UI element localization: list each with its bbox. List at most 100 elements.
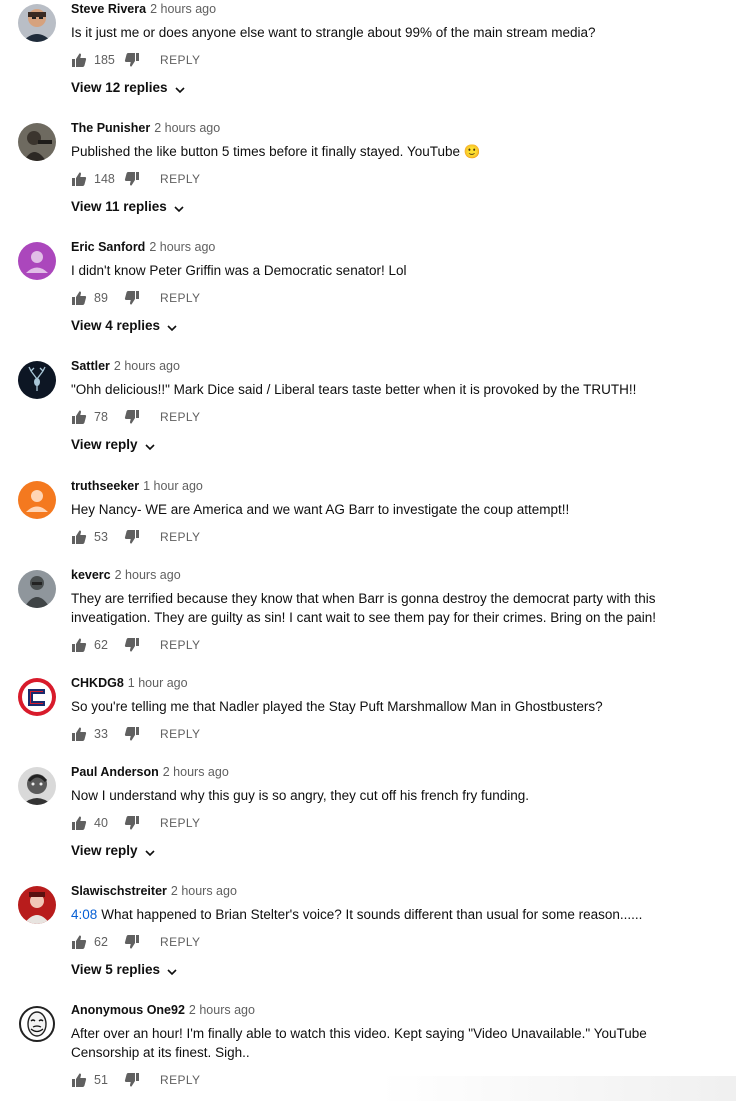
like-count: 51: [94, 1073, 108, 1087]
thumbs-down-icon[interactable]: [124, 726, 140, 742]
avatar[interactable]: [18, 481, 56, 519]
comment-time[interactable]: 2 hours ago: [163, 765, 229, 779]
thumbs-down-icon[interactable]: [124, 171, 140, 187]
thumbs-down-icon[interactable]: [124, 52, 140, 68]
thumbs-up-icon[interactable]: [71, 529, 87, 545]
view-replies-button[interactable]: View reply: [71, 841, 156, 861]
thumbs-up-icon[interactable]: [71, 1072, 87, 1088]
reply-button[interactable]: REPLY: [160, 935, 200, 949]
thumbs-up-icon[interactable]: [71, 934, 87, 950]
comment-time[interactable]: 2 hours ago: [189, 1003, 255, 1017]
view-replies-label: View 5 replies: [71, 962, 161, 977]
author-name[interactable]: Slawischstreiter: [71, 884, 167, 898]
reply-button[interactable]: REPLY: [160, 638, 200, 652]
comment-actions: 53 REPLY: [71, 527, 671, 547]
thumbs-down-icon[interactable]: [124, 1072, 140, 1088]
thumbs-up-icon[interactable]: [71, 52, 87, 68]
comment-time[interactable]: 1 hour ago: [143, 479, 203, 493]
comment-text-content: "Ohh delicious!!" Mark Dice said / Liber…: [71, 382, 637, 397]
comment-body: truthseeker 1 hour ago Hey Nancy- WE are …: [71, 477, 671, 547]
author-name[interactable]: truthseeker: [71, 479, 139, 493]
reply-button[interactable]: REPLY: [160, 172, 200, 186]
like-count: 78: [94, 410, 108, 424]
author-name[interactable]: keverc: [71, 568, 111, 582]
comment-text: Published the like button 5 times before…: [71, 142, 661, 161]
comment-actions: 62 REPLY: [71, 932, 671, 952]
thumbs-down-icon[interactable]: [124, 290, 140, 306]
thumbs-up-icon[interactable]: [71, 171, 87, 187]
comment-actions: 148 REPLY: [71, 169, 671, 189]
comment-text: I didn't know Peter Griffin was a Democr…: [71, 261, 661, 280]
thumbs-down-icon[interactable]: [124, 637, 140, 653]
author-name[interactable]: Paul Anderson: [71, 765, 159, 779]
thumbs-up-icon[interactable]: [71, 637, 87, 653]
chevron-down-icon: [173, 201, 185, 213]
comment-time[interactable]: 2 hours ago: [149, 240, 215, 254]
chevron-down-icon: [144, 845, 156, 857]
timestamp-link[interactable]: 4:08: [71, 907, 97, 922]
view-replies-button[interactable]: View 5 replies: [71, 960, 178, 980]
thumbs-up-icon[interactable]: [71, 409, 87, 425]
like-count: 148: [94, 172, 115, 186]
comment-time[interactable]: 2 hours ago: [150, 2, 216, 16]
comment-header: truthseeker 1 hour ago: [71, 477, 671, 495]
reply-button[interactable]: REPLY: [160, 816, 200, 830]
comment-body: CHKDG8 1 hour ago So you're telling me th…: [71, 674, 671, 744]
author-name[interactable]: CHKDG8: [71, 676, 124, 690]
comment-time[interactable]: 2 hours ago: [171, 884, 237, 898]
avatar[interactable]: [18, 1005, 56, 1043]
thumbs-up-icon[interactable]: [71, 726, 87, 742]
reply-button[interactable]: REPLY: [160, 410, 200, 424]
comment-text-content: I didn't know Peter Griffin was a Democr…: [71, 263, 407, 278]
comment-actions: 185 REPLY: [71, 50, 671, 70]
reply-button[interactable]: REPLY: [160, 530, 200, 544]
avatar[interactable]: [18, 361, 56, 399]
view-replies-button[interactable]: View 11 replies: [71, 197, 185, 217]
comment-header: CHKDG8 1 hour ago: [71, 674, 671, 692]
like-count: 40: [94, 816, 108, 830]
author-name[interactable]: Eric Sanford: [71, 240, 145, 254]
comment-text-content: What happened to Brian Stelter's voice? …: [101, 907, 643, 922]
thumbs-up-icon[interactable]: [71, 290, 87, 306]
thumbs-down-icon[interactable]: [124, 409, 140, 425]
author-name[interactable]: Anonymous One92: [71, 1003, 185, 1017]
avatar[interactable]: [18, 678, 56, 716]
author-name[interactable]: Sattler: [71, 359, 110, 373]
avatar[interactable]: [18, 886, 56, 924]
avatar[interactable]: [18, 123, 56, 161]
reply-button[interactable]: REPLY: [160, 1073, 200, 1087]
avatar[interactable]: [18, 242, 56, 280]
view-replies-button[interactable]: View 4 replies: [71, 316, 178, 336]
comment-text-content: Now I understand why this guy is so angr…: [71, 788, 529, 803]
comment-text: Is it just me or does anyone else want t…: [71, 23, 661, 42]
view-replies-button[interactable]: View 12 replies: [71, 78, 186, 98]
comment-actions: 89 REPLY: [71, 288, 671, 308]
avatar[interactable]: [18, 570, 56, 608]
author-name[interactable]: The Punisher: [71, 121, 150, 135]
comment-time[interactable]: 2 hours ago: [115, 568, 181, 582]
comment-header: Slawischstreiter 2 hours ago: [71, 882, 671, 900]
reply-button[interactable]: REPLY: [160, 291, 200, 305]
reply-button[interactable]: REPLY: [160, 727, 200, 741]
thumbs-up-icon[interactable]: [71, 815, 87, 831]
chevron-down-icon: [166, 320, 178, 332]
comment-time[interactable]: 2 hours ago: [154, 121, 220, 135]
comment-body: Sattler 2 hours ago "Ohh delicious!!" Mar…: [71, 357, 671, 455]
chevron-down-icon: [144, 439, 156, 451]
reply-button[interactable]: REPLY: [160, 53, 200, 67]
thumbs-down-icon[interactable]: [124, 529, 140, 545]
comment-text: 4:08 What happened to Brian Stelter's voi…: [71, 905, 661, 924]
view-replies-label: View 4 replies: [71, 318, 161, 333]
avatar[interactable]: [18, 4, 56, 42]
bottom-fade-overlay: [380, 1076, 736, 1101]
avatar[interactable]: [18, 767, 56, 805]
comment-body: The Punisher 2 hours ago Published the li…: [71, 119, 671, 217]
thumbs-down-icon[interactable]: [124, 815, 140, 831]
comment-header: Eric Sanford 2 hours ago: [71, 238, 671, 256]
comment-time[interactable]: 1 hour ago: [128, 676, 188, 690]
author-name[interactable]: Steve Rivera: [71, 2, 146, 16]
view-replies-button[interactable]: View reply: [71, 435, 156, 455]
thumbs-down-icon[interactable]: [124, 934, 140, 950]
comment-time[interactable]: 2 hours ago: [114, 359, 180, 373]
comment-text-content: Published the like button 5 times before…: [71, 144, 460, 159]
